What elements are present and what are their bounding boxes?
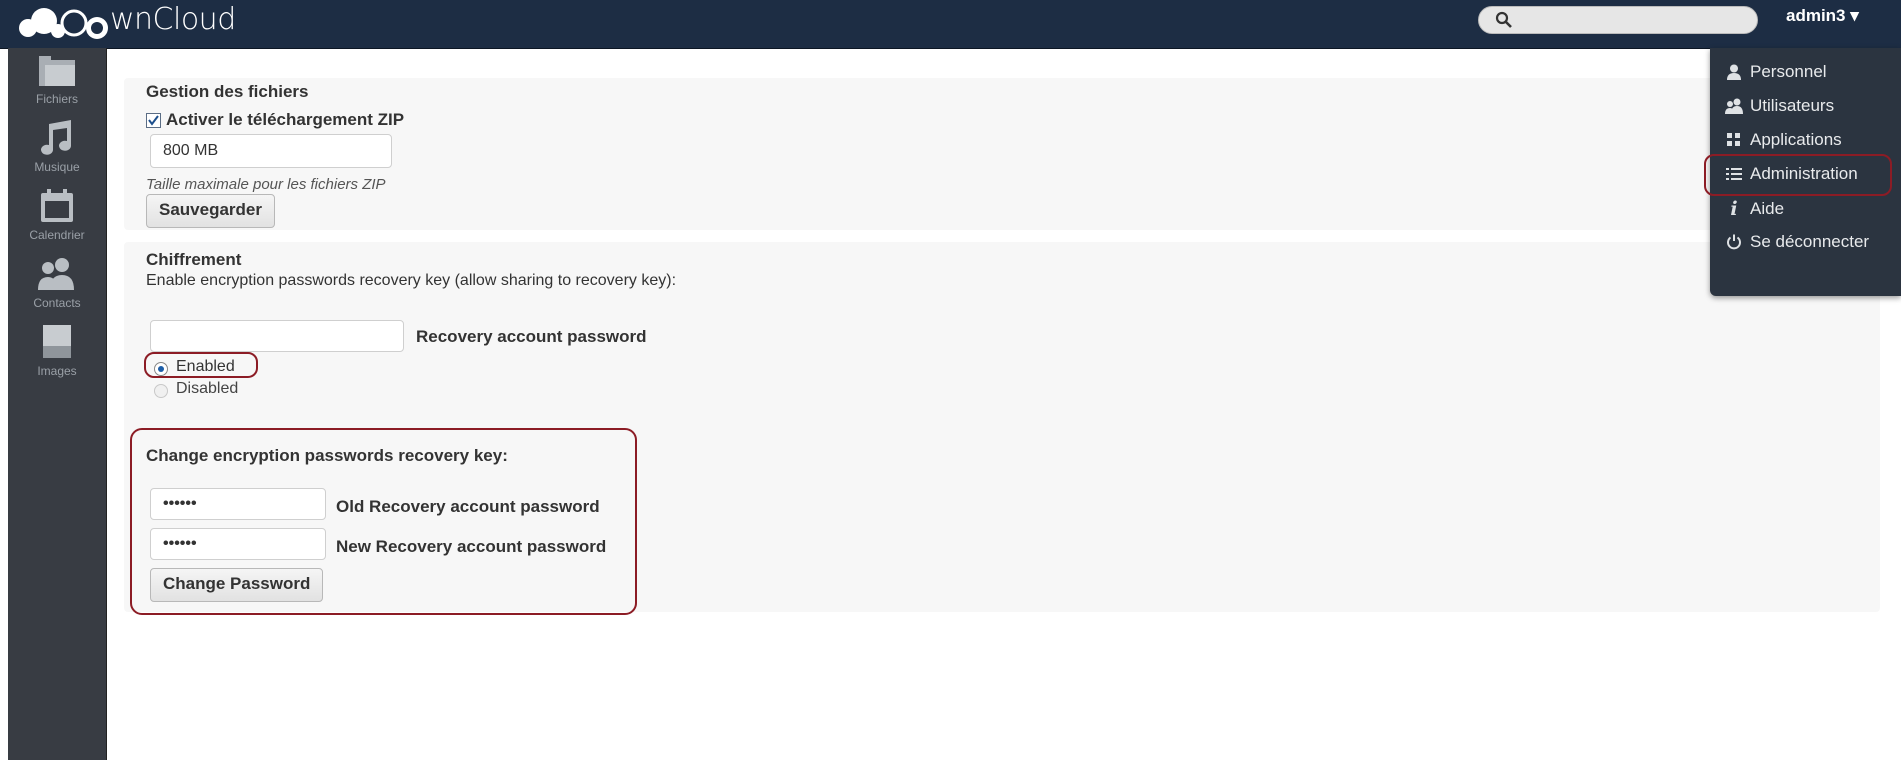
nav-label-contacts: Contacts [33, 296, 81, 310]
person-icon [1727, 64, 1741, 80]
zip-size-field[interactable] [150, 134, 392, 168]
encryption-description: Enable encryption passwords recovery key… [146, 272, 677, 289]
menu-label: Administration [1750, 164, 1858, 183]
menu-item-help[interactable]: i Aide [1724, 198, 1784, 220]
owncloud-logo[interactable] [12, 4, 112, 44]
menu-label: Utilisateurs [1750, 96, 1835, 115]
section-title: Chiffrement [146, 250, 242, 269]
users-icon [1725, 98, 1743, 114]
info-icon: i [1730, 198, 1738, 220]
top-header: wnCloud admin3 ▾ [0, 0, 1901, 49]
new-recovery-password-field[interactable] [150, 528, 326, 560]
nav-label-images: Images [37, 364, 77, 378]
search-input[interactable] [1478, 6, 1758, 34]
disabled-radio[interactable] [154, 384, 168, 398]
calendar-icon [41, 189, 73, 222]
nav-item-files[interactable]: Fichiers [8, 54, 106, 106]
enabled-label[interactable]: Enabled [176, 358, 235, 376]
nav-item-contacts[interactable]: Contacts [8, 256, 106, 310]
nav-label-files: Fichiers [35, 92, 78, 106]
encryption-section: Chiffrement Enable encryption passwords … [124, 242, 1880, 615]
old-recovery-password-label: Old Recovery account password [336, 497, 600, 516]
list-icon [1726, 168, 1742, 180]
change-key-title: Change encryption passwords recovery key… [146, 446, 508, 465]
disabled-label[interactable]: Disabled [176, 380, 238, 398]
user-menu-button[interactable]: admin3 ▾ [1786, 6, 1859, 26]
menu-item-applications[interactable]: Applications [1724, 130, 1842, 150]
menu-item-users[interactable]: Utilisateurs [1724, 96, 1834, 116]
recovery-password-field[interactable] [150, 320, 404, 352]
recovery-password-label: Recovery account password [416, 327, 647, 346]
change-password-button[interactable]: Change Password [150, 568, 324, 602]
section-title: Gestion des fichiers [146, 82, 309, 101]
old-recovery-password-field[interactable] [150, 488, 326, 520]
app-navigation: Fichiers Musique Calendrier Contacts Ima… [8, 48, 107, 760]
menu-label: Se déconnecter [1750, 232, 1870, 251]
nav-item-music[interactable]: Musique [8, 120, 106, 174]
zip-option: Activer le téléchargement ZIP [146, 110, 404, 130]
nav-item-images[interactable]: Images [8, 324, 106, 378]
search-icon [1495, 11, 1512, 28]
save-button[interactable]: Sauvegarder [146, 194, 275, 228]
menu-item-logout[interactable]: Se déconnecter [1724, 232, 1869, 252]
people-icon [38, 258, 74, 290]
new-recovery-password-label: New Recovery account password [336, 537, 607, 556]
menu-label: Applications [1750, 130, 1842, 149]
music-note-icon [41, 120, 71, 155]
logo-text: wnCloud [110, 2, 236, 37]
power-icon [1727, 234, 1741, 250]
menu-label: Personnel [1750, 62, 1827, 81]
admin-content: Gestion des fichiers Activer le téléchar… [120, 48, 1890, 760]
nav-label-music: Musique [34, 160, 80, 174]
files-section: Gestion des fichiers Activer le téléchar… [124, 78, 1880, 230]
folder-icon [39, 56, 75, 86]
apps-grid-icon [1727, 133, 1740, 146]
checkmark-icon [148, 114, 159, 126]
zip-checkbox-label[interactable]: Activer le téléchargement ZIP [166, 110, 404, 130]
nav-item-calendar[interactable]: Calendrier [8, 188, 106, 242]
cloud-logo-icon [19, 8, 108, 39]
settings-dropdown-menu: Personnel Utilisateurs Applications Admi… [1704, 48, 1901, 296]
nav-label-calendar: Calendrier [29, 228, 85, 242]
menu-item-personnel[interactable]: Personnel [1724, 62, 1827, 82]
menu-item-administration[interactable]: Administration [1724, 164, 1858, 184]
menu-label: Aide [1750, 199, 1785, 218]
zip-hint: Taille maximale pour les fichiers ZIP [146, 176, 386, 193]
enabled-radio[interactable] [154, 362, 168, 376]
image-icon [43, 325, 71, 358]
zip-checkbox[interactable] [146, 112, 161, 128]
